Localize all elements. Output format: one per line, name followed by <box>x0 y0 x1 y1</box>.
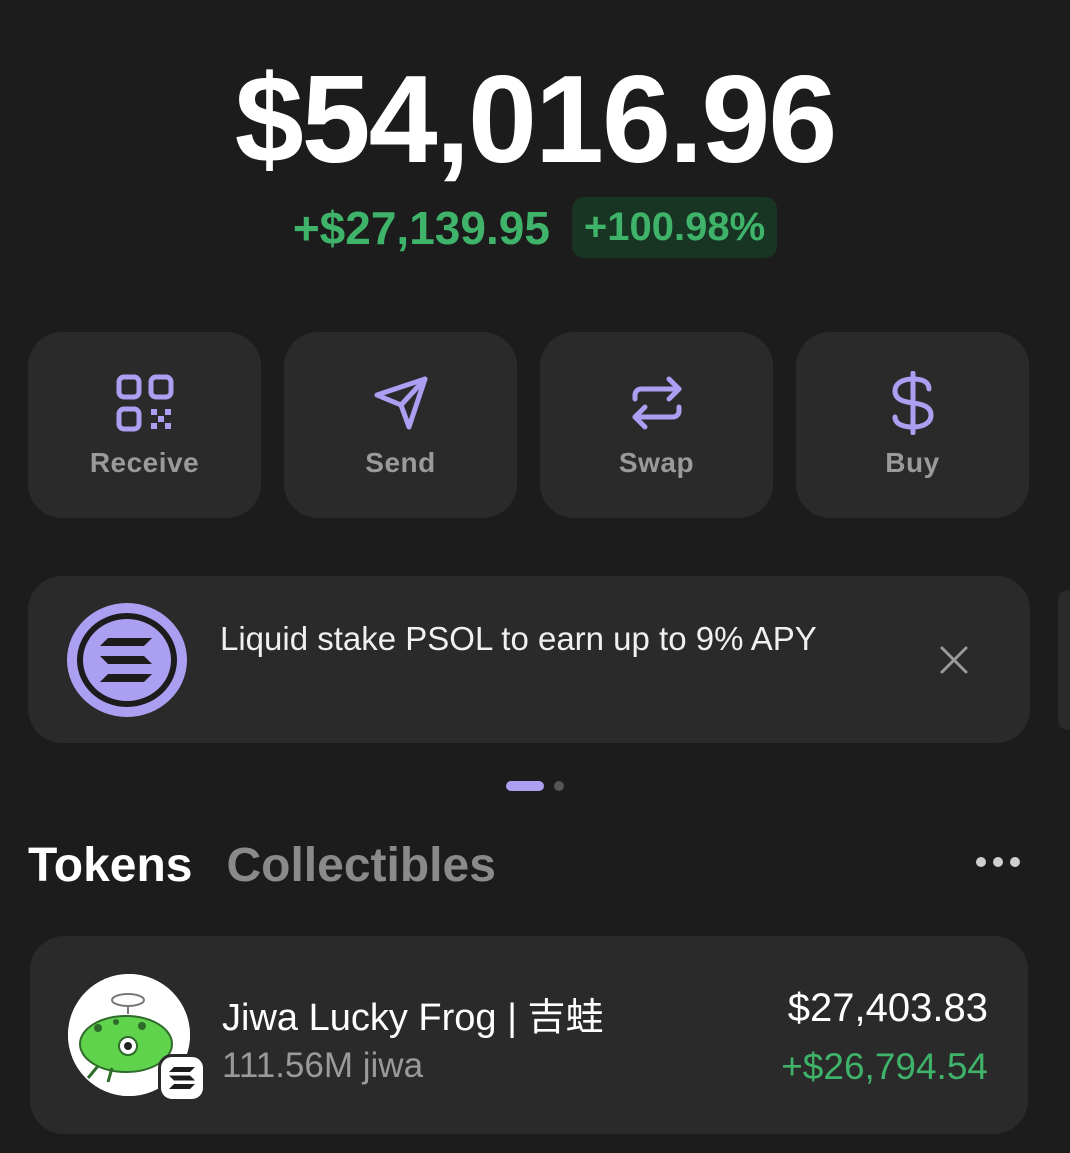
asset-tabs: Tokens Collectibles <box>28 838 496 893</box>
qr-code-icon <box>113 371 177 435</box>
token-amount: 111.56M jiwa <box>222 1046 424 1085</box>
more-options-icon[interactable] <box>974 850 1022 874</box>
token-pnl: +$26,794.54 <box>781 1046 988 1087</box>
buy-button[interactable]: Buy <box>796 332 1029 518</box>
wallet-home-screen: $54,016.96 +$27,139.95 +100.98% Receive <box>0 0 1070 1153</box>
solana-logo-icon <box>66 602 188 718</box>
paper-plane-icon <box>369 371 433 435</box>
swap-arrows-icon <box>625 371 689 435</box>
receive-label: Receive <box>89 447 200 478</box>
token-name: Jiwa Lucky Frog | 吉蛙 <box>222 997 604 1039</box>
carousel-indicator <box>0 781 1070 791</box>
send-label: Send <box>365 447 436 478</box>
dollar-icon <box>881 371 945 435</box>
balance-change-percent-badge: +100.98% <box>571 197 778 258</box>
token-row[interactable]: Jiwa Lucky Frog | 吉蛙 111.56M jiwa $27,40… <box>30 936 1028 1134</box>
next-promo-card-peek[interactable] <box>1058 590 1070 730</box>
liquid-stake-promo-card[interactable]: Liquid stake PSOL to earn up to 9% APY <box>28 576 1030 743</box>
carousel-dot-active[interactable] <box>506 781 544 791</box>
total-balance: $54,016.96 <box>234 51 838 189</box>
send-button[interactable]: Send <box>284 332 517 518</box>
solana-chain-icon <box>158 1054 206 1102</box>
token-value: $27,403.83 <box>787 986 988 1030</box>
buy-label: Buy <box>885 447 940 478</box>
quick-actions: Receive Send Swap Buy <box>28 332 1030 518</box>
balance-change-row: +$27,139.95 +100.98% <box>0 197 1070 258</box>
balance-change-amount: +$27,139.95 <box>292 201 550 254</box>
tab-collectibles[interactable]: Collectibles <box>226 838 495 893</box>
close-icon[interactable] <box>936 642 972 678</box>
receive-button[interactable]: Receive <box>28 332 261 518</box>
swap-button[interactable]: Swap <box>540 332 773 518</box>
swap-label: Swap <box>618 447 695 478</box>
tab-tokens[interactable]: Tokens <box>28 838 192 893</box>
promo-message: Liquid stake PSOL to earn up to 9% APY <box>220 620 817 657</box>
carousel-dot[interactable] <box>554 781 564 791</box>
